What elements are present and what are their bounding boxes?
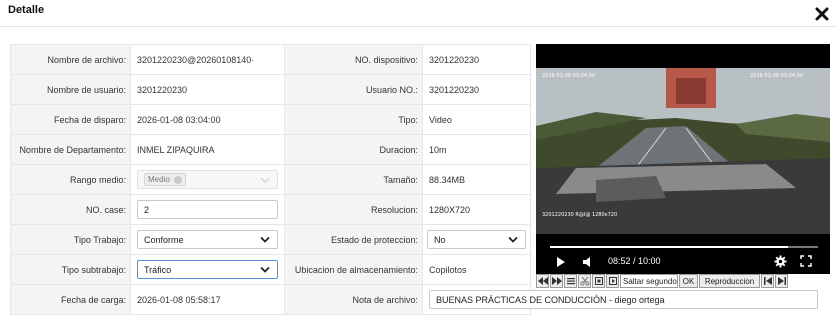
chevron-down-icon bbox=[260, 266, 270, 273]
size-value: 88.34MB bbox=[422, 164, 531, 195]
cut-button[interactable] bbox=[578, 274, 591, 288]
skip-back-icon bbox=[763, 277, 772, 285]
capture-button[interactable] bbox=[592, 274, 605, 288]
video-time: 08:52 / 10:00 bbox=[608, 256, 661, 266]
svg-text:2026-01-08 03:04:00: 2026-01-08 03:04:00 bbox=[542, 73, 595, 79]
work-type-label: Tipo Trabajo: bbox=[10, 224, 131, 255]
file-name-value: 3201220230@20260108140· bbox=[130, 44, 285, 75]
dialog-header: Detalle bbox=[0, 0, 837, 27]
svg-text:3201220230 R@I@ 1280x720: 3201220230 R@I@ 1280x720 bbox=[542, 212, 617, 218]
subtype-label: Tipo subtrabajo: bbox=[10, 254, 131, 285]
resolution-value: 1280X720 bbox=[422, 194, 531, 225]
step-forward-icon bbox=[608, 277, 617, 285]
chip-remove-icon bbox=[173, 175, 182, 184]
case-no-input[interactable]: 2 bbox=[137, 200, 278, 219]
trigger-date-value: 2026-01-08 03:04:00 bbox=[130, 104, 285, 135]
video-controls: 08:52 / 10:00 bbox=[536, 252, 830, 272]
list-icon bbox=[566, 278, 575, 285]
frame-icon bbox=[594, 277, 603, 285]
first-button[interactable] bbox=[761, 274, 774, 288]
close-icon[interactable] bbox=[815, 7, 829, 21]
video-player[interactable]: 2026-01-08 03:04:00 2026-01-08 03:04:00 … bbox=[536, 44, 830, 274]
table-row: Nombre de Departamento: INMEL ZIPAQUIRA … bbox=[10, 134, 531, 165]
video-progress-bar[interactable] bbox=[550, 246, 818, 248]
detail-table: Nombre de archivo: 3201220230@2026010814… bbox=[10, 44, 818, 315]
file-name-label: Nombre de archivo: bbox=[10, 44, 131, 75]
size-label: Tamaño: bbox=[284, 164, 423, 195]
chevron-down-icon bbox=[260, 177, 270, 183]
upload-date-value: 2026-01-08 05:58:17 bbox=[130, 284, 285, 315]
subtype-select[interactable]: Tráfico bbox=[137, 260, 278, 279]
table-row: Fecha de carga: 2026-01-08 05:58:17 Nota… bbox=[10, 284, 818, 315]
device-no-value: 3201220230 bbox=[422, 44, 531, 75]
last-button[interactable] bbox=[775, 274, 788, 288]
user-name-label: Nombre de usuario: bbox=[10, 74, 131, 105]
settings-gear-icon[interactable] bbox=[774, 255, 787, 268]
severity-label: Rango medio: bbox=[10, 164, 131, 195]
list-button[interactable] bbox=[564, 274, 577, 288]
severity-chip: Medio bbox=[144, 173, 186, 186]
type-value: Video bbox=[422, 104, 531, 135]
severity-select[interactable]: Medio bbox=[137, 170, 278, 189]
file-note-input[interactable]: BUENAS PRÁCTICAS DE CONDUCCIÓN - diego o… bbox=[429, 290, 818, 309]
dialog-title: Detalle bbox=[8, 4, 45, 16]
video-frame: 2026-01-08 03:04:00 2026-01-08 03:04:00 … bbox=[536, 68, 830, 234]
chevron-down-icon bbox=[508, 236, 518, 243]
user-name-value: 3201220230 bbox=[130, 74, 285, 105]
user-no-label: Usuario NO.: bbox=[284, 74, 423, 105]
volume-icon[interactable] bbox=[582, 256, 594, 268]
table-row: Rango medio: Medio Tamaño: 88.34MB bbox=[10, 164, 531, 195]
device-no-label: NO. dispositivo: bbox=[284, 44, 423, 75]
table-row: Tipo Trabajo: Conforme Estado de protecc… bbox=[10, 224, 531, 255]
protection-select[interactable]: No bbox=[427, 230, 526, 249]
table-row: Tipo subtrabajo: Tráfico Ubicacion de al… bbox=[10, 254, 531, 285]
ok-button[interactable]: OK bbox=[679, 274, 698, 288]
work-type-select[interactable]: Conforme bbox=[137, 230, 278, 249]
file-note-label: Nota de archivo: bbox=[284, 284, 423, 315]
case-no-label: NO. case: bbox=[10, 194, 131, 225]
fullscreen-icon[interactable] bbox=[800, 255, 812, 267]
duration-label: Duracion: bbox=[284, 134, 423, 165]
next-frame-button[interactable] bbox=[606, 274, 619, 288]
user-no-value: 3201220230 bbox=[422, 74, 531, 105]
storage-value: Copilotos bbox=[422, 254, 531, 285]
resolution-label: Resolucion: bbox=[284, 194, 423, 225]
storage-label: Ubicacion de almacenamiento: bbox=[284, 254, 423, 285]
playback-toolbar: Saltar segundo OK Reproduccion bbox=[536, 274, 830, 290]
table-row: Nombre de archivo: 3201220230@2026010814… bbox=[10, 44, 531, 75]
replay-button[interactable]: Reproduccion bbox=[699, 274, 760, 288]
protection-label: Estado de proteccion: bbox=[284, 224, 423, 255]
table-row: Fecha de disparo: 2026-01-08 03:04:00 Ti… bbox=[10, 104, 531, 135]
svg-text:2026-01-08 03:04:00: 2026-01-08 03:04:00 bbox=[750, 73, 803, 79]
rewind-icon bbox=[537, 277, 548, 285]
table-row: NO. case: 2 Resolucion: 1280X720 bbox=[10, 194, 531, 225]
chevron-down-icon bbox=[260, 236, 270, 243]
fast-forward-button[interactable] bbox=[550, 274, 563, 288]
seek-seconds-input[interactable]: Saltar segundo bbox=[620, 274, 678, 288]
work-type-value: Conforme bbox=[144, 234, 184, 245]
protection-value: No bbox=[434, 234, 446, 245]
fast-forward-icon bbox=[551, 277, 562, 285]
table-row: Nombre de usuario: 3201220230 Usuario NO… bbox=[10, 74, 531, 105]
severity-chip-label: Medio bbox=[148, 175, 170, 184]
scissors-icon bbox=[579, 276, 590, 286]
trigger-date-label: Fecha de disparo: bbox=[10, 104, 131, 135]
department-label: Nombre de Departamento: bbox=[10, 134, 131, 165]
upload-date-label: Fecha de carga: bbox=[10, 284, 131, 315]
subtype-value: Tráfico bbox=[144, 264, 172, 275]
video-progress-fill bbox=[550, 246, 788, 248]
duration-value: 10m bbox=[422, 134, 531, 165]
play-icon[interactable] bbox=[556, 256, 566, 268]
department-value: INMEL ZIPAQUIRA bbox=[130, 134, 285, 165]
skip-forward-icon bbox=[777, 277, 786, 285]
type-label: Tipo: bbox=[284, 104, 423, 135]
rewind-button[interactable] bbox=[536, 274, 549, 288]
